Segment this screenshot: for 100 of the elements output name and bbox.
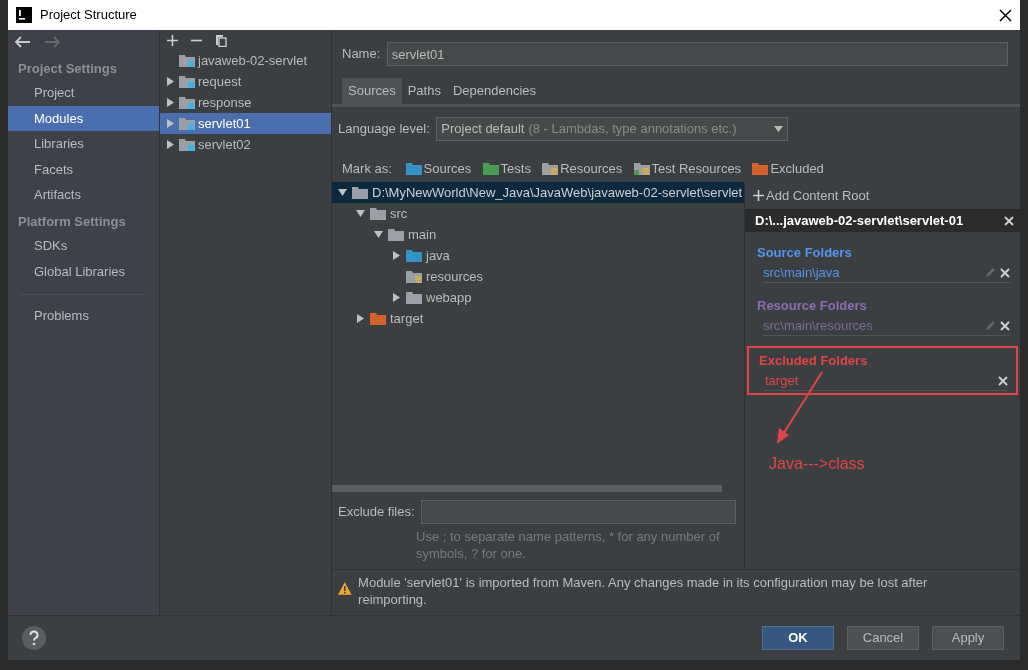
folder-icon [406, 249, 422, 262]
tree-row[interactable]: src [332, 203, 744, 224]
app-icon [16, 7, 32, 23]
tab[interactable]: Paths [401, 78, 447, 104]
module-item[interactable]: request [160, 71, 331, 93]
expand-arrow-icon[interactable] [391, 293, 401, 302]
add-content-root-button[interactable]: Add Content Root [745, 186, 874, 206]
module-label: response [198, 94, 252, 112]
language-level-dropdown[interactable]: Project default (8 - Lambdas, type annotations etc.) [436, 116, 789, 141]
mark-as-button[interactable]: Excluded [748, 158, 828, 178]
tree-row[interactable]: webapp [332, 287, 744, 308]
folder-icon [370, 312, 386, 325]
module-label: javaweb-02-servlet [198, 52, 308, 70]
tree-label: src [390, 204, 408, 223]
section-heading: Platform Settings [17, 212, 127, 231]
folder-icon [352, 186, 368, 199]
copy-icon[interactable] [214, 34, 227, 47]
sidebar-item[interactable]: Modules [8, 105, 159, 131]
exclude-files-field[interactable] [421, 499, 736, 524]
folder-icon [405, 161, 422, 175]
module-item[interactable]: javaweb-02-servlet [160, 50, 331, 72]
add-icon [753, 190, 764, 202]
folder-icon [370, 207, 386, 220]
mark-as-button[interactable]: Sources [401, 158, 476, 178]
mark-as-button[interactable]: Test Resources [629, 158, 746, 178]
back-arrow-icon[interactable] [14, 36, 31, 48]
annotation-text: Java--->class [769, 454, 865, 474]
module-folder-icon [179, 75, 195, 89]
tab[interactable]: Dependencies [446, 78, 543, 104]
help-icon[interactable] [22, 626, 46, 650]
folder-path: target [765, 371, 800, 390]
folder-path: src\main\resources [763, 316, 874, 335]
collapse-arrow-icon[interactable] [337, 188, 347, 197]
sidebar-item[interactable]: Libraries [8, 131, 159, 157]
dialog-button[interactable]: OK [762, 626, 834, 650]
folder-icon [542, 161, 559, 175]
expand-arrow-icon[interactable] [391, 251, 401, 260]
hint-text: Use ; to separate name patterns, * for any number of symbols, ? for one. [415, 527, 721, 564]
tree-label: resources [426, 267, 484, 286]
name-label: Name: [342, 45, 381, 64]
tree-label: java [426, 246, 450, 265]
folder-icon [406, 270, 422, 283]
module-folder-icon [179, 96, 195, 110]
tree-row[interactable]: D:\MyNewWorld\New_Java\JavaWeb\javaweb-02-servlet\servlet [332, 182, 744, 203]
expand-arrow-icon[interactable] [165, 98, 175, 108]
close-icon[interactable] [999, 8, 1012, 22]
language-level-label: Language level: [338, 119, 430, 138]
section-heading: Project Settings [17, 59, 118, 78]
expand-arrow-icon[interactable] [165, 119, 175, 129]
dialog-button[interactable]: Apply [932, 626, 1004, 650]
tab[interactable]: Sources [342, 78, 402, 104]
add-icon[interactable] [166, 35, 178, 46]
sidebar-item[interactable]: Global Libraries [8, 258, 159, 284]
folder-group-title: Excluded Folders [759, 352, 869, 371]
remove-icon[interactable] [1000, 320, 1010, 331]
collapse-arrow-icon[interactable] [373, 230, 383, 239]
expand-arrow-icon[interactable] [165, 140, 175, 150]
mark-as-label: Mark as: [342, 159, 392, 178]
warning-icon [338, 581, 352, 595]
remove-icon[interactable] [1000, 267, 1010, 278]
tree-label: target [390, 309, 424, 328]
sidebar-item[interactable]: Problems [8, 303, 159, 329]
warning-text: Module 'servlet01' is imported from Maven. Any changes made in its configuration may be lost after reimporting. [358, 573, 929, 609]
module-label: servlet02 [198, 136, 251, 154]
remove-icon[interactable] [1004, 215, 1014, 226]
sidebar-item[interactable]: Artifacts [8, 182, 159, 208]
sidebar-item[interactable]: Project [8, 80, 159, 106]
module-label: servlet01 [198, 115, 251, 133]
folder-group-title: Source Folders [757, 244, 853, 263]
mark-as-button[interactable]: Resources [538, 158, 627, 178]
module-item[interactable]: servlet01 [160, 113, 331, 135]
folder-icon [388, 228, 404, 241]
expand-arrow-icon[interactable] [355, 314, 365, 323]
remove-icon[interactable] [998, 375, 1008, 386]
dropdown-caret-icon [774, 126, 784, 133]
tree-label: main [408, 225, 437, 244]
tree-label: D:\MyNewWorld\New_Java\JavaWeb\javaweb-02-servlet\servlet [372, 183, 743, 202]
module-folder-icon [179, 54, 195, 68]
expand-arrow-icon[interactable] [165, 77, 175, 87]
module-item[interactable]: response [160, 92, 331, 114]
mark-as-button[interactable]: Tests [478, 158, 535, 178]
sidebar-item[interactable]: SDKs [8, 233, 159, 259]
folder-path: src\main\java [763, 263, 841, 282]
name-field[interactable]: servlet01 [386, 42, 1008, 66]
module-label: request [198, 73, 242, 91]
tree-row[interactable]: main [332, 224, 744, 245]
tree-row[interactable]: java [332, 245, 744, 266]
folder-icon [633, 161, 650, 175]
folder-icon [752, 161, 769, 175]
tree-row[interactable]: resources [332, 266, 744, 287]
dialog-button[interactable]: Cancel [847, 626, 919, 650]
module-folder-icon [179, 138, 195, 152]
folder-icon [406, 291, 422, 304]
tree-row[interactable]: target [332, 308, 744, 329]
folder-icon [482, 161, 499, 175]
module-item[interactable]: servlet02 [160, 134, 331, 156]
collapse-arrow-icon[interactable] [355, 209, 365, 218]
module-folder-icon [179, 117, 195, 131]
sidebar-item[interactable]: Facets [8, 156, 159, 182]
exclude-files-label: Exclude files: [338, 503, 415, 522]
